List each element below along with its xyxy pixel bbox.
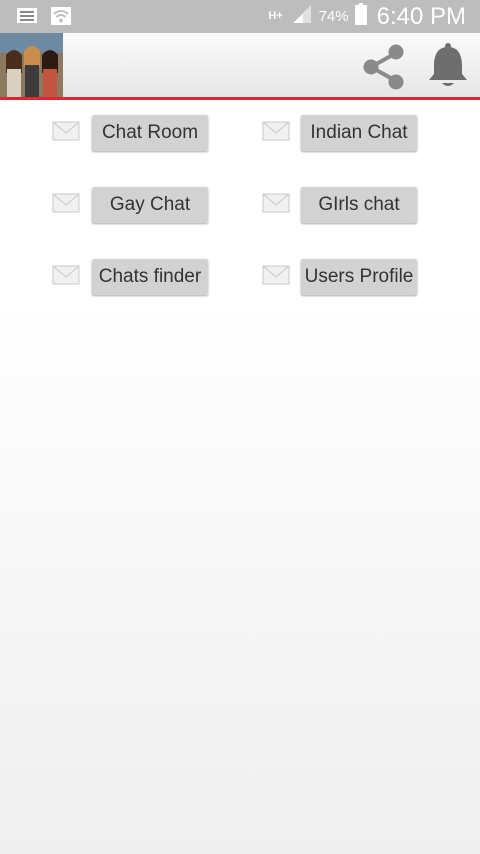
bell-icon <box>429 43 467 86</box>
envelope-icon <box>262 265 290 285</box>
envelope-icon <box>52 121 80 141</box>
girls-chat-button[interactable]: GIrls chat <box>301 187 417 223</box>
notification-icon <box>16 6 38 26</box>
share-icon <box>363 44 404 90</box>
battery-icon <box>354 3 367 30</box>
status-bar: H+ 74% 6:40 PM <box>0 0 480 33</box>
envelope-icon <box>52 193 80 213</box>
app-bar-accent-line <box>0 97 480 100</box>
signal-icon <box>291 4 313 29</box>
users-profile-button[interactable]: Users Profile <box>301 259 417 295</box>
envelope-icon <box>52 265 80 285</box>
battery-percent: 74% <box>318 8 349 25</box>
share-button[interactable] <box>358 40 410 92</box>
indian-chat-button[interactable]: Indian Chat <box>301 115 417 151</box>
chat-room-button[interactable]: Chat Room <box>92 115 208 151</box>
envelope-icon <box>262 193 290 213</box>
envelope-icon <box>262 121 290 141</box>
app-logo[interactable] <box>0 33 63 97</box>
chats-finder-button[interactable]: Chats finder <box>92 259 208 295</box>
gay-chat-button[interactable]: Gay Chat <box>92 187 208 223</box>
network-type: H+ <box>268 10 283 22</box>
notifications-button[interactable] <box>424 40 472 92</box>
clock: 6:40 PM <box>376 2 466 30</box>
wifi-icon <box>50 6 72 26</box>
